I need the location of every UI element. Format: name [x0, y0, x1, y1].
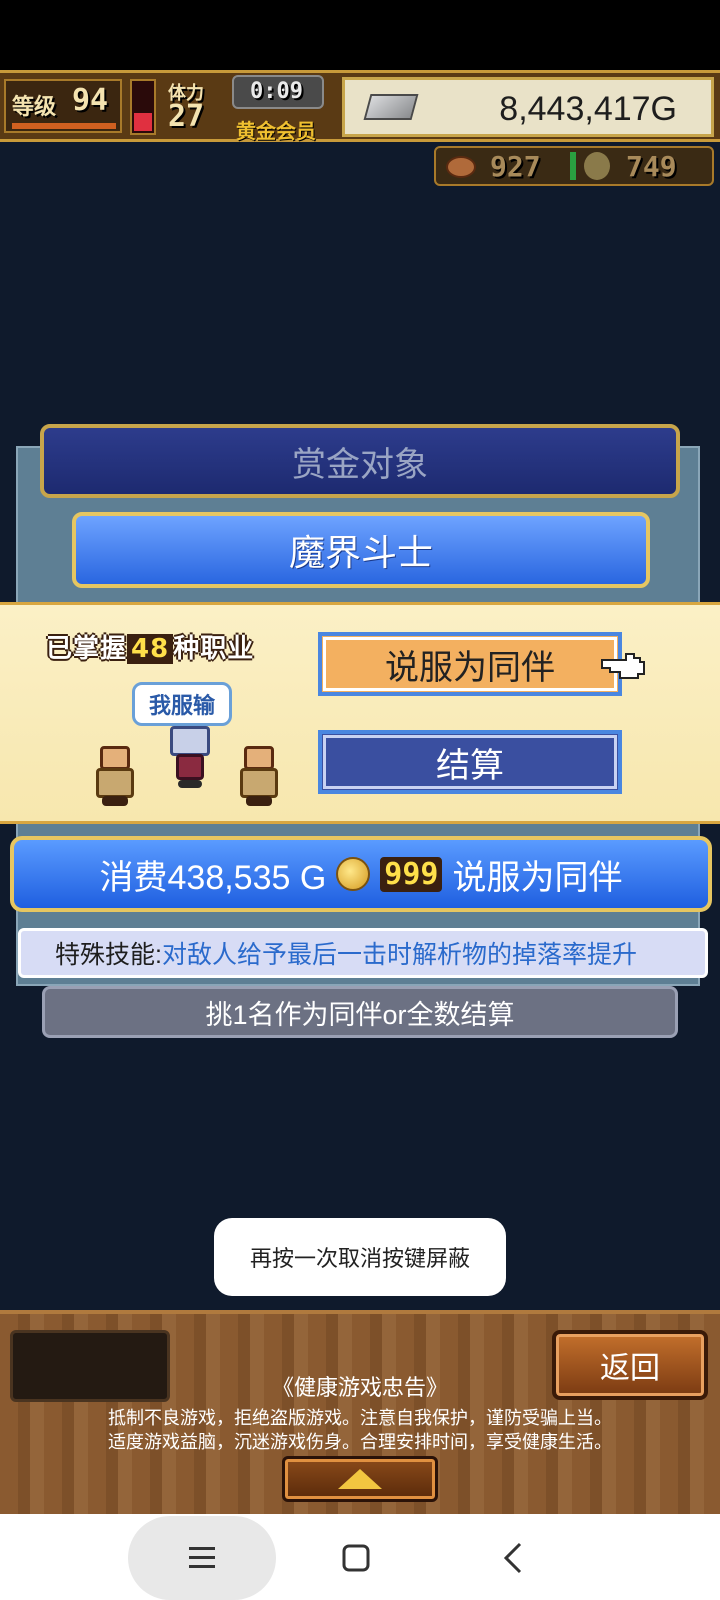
monster-name: 魔界斗士	[288, 532, 433, 573]
cost-suffix: 说服为同伴	[452, 858, 623, 897]
stamina-value: 27	[168, 99, 205, 134]
timer-box: 0:09	[232, 75, 324, 109]
meat-icon	[446, 156, 476, 178]
resource-bar: 927 749	[434, 146, 714, 186]
learned-suffix: 种职业	[173, 634, 255, 664]
health-advice-line-1: 抵制不良游戏，拒绝盗版游戏。注意自我保护，谨防受骗上当。	[108, 1408, 612, 1428]
nav-back-button[interactable]	[500, 1540, 528, 1576]
bounty-header: 赏金对象	[40, 424, 680, 498]
status-bar	[0, 0, 720, 70]
learned-count: 48	[127, 634, 174, 664]
health-advice-title: 《健康游戏忠告》	[271, 1375, 448, 1400]
timer: 0:09	[250, 79, 303, 104]
nav-menu-button[interactable]	[128, 1516, 276, 1600]
settle-button[interactable]: 结算	[318, 730, 622, 794]
stamina-gauge	[130, 79, 156, 135]
menu-icon	[189, 1547, 215, 1568]
cost-prefix: 消费438,535 G	[99, 858, 327, 897]
speech-bubble: 我服输	[132, 682, 232, 726]
membership-label: 黄金会员	[236, 119, 316, 143]
nav-home-button[interactable]	[340, 1542, 372, 1574]
ally-sprite-right	[232, 746, 288, 808]
silver-bar-icon	[363, 94, 419, 120]
expand-button[interactable]	[282, 1456, 438, 1502]
resource-2-value: 749	[626, 150, 677, 183]
level-label: 等级	[12, 95, 57, 120]
gold-panel: 8,443,417G	[342, 77, 714, 137]
coin-icon	[584, 152, 610, 180]
cost-banner[interactable]: 消费438,535 G 999 说服为同伴	[10, 836, 712, 912]
resource-divider	[570, 152, 576, 180]
level-value: 94	[72, 83, 109, 118]
up-arrow-icon	[338, 1469, 382, 1489]
back-icon	[503, 1542, 522, 1574]
resource-1-value: 927	[490, 150, 541, 183]
health-advice-line-2: 适度游戏益脑，沉迷游戏伤身。合理安排时间，享受健康生活。	[108, 1432, 612, 1452]
home-icon	[342, 1544, 370, 1572]
skill-description: 对敌人给予最后一击时解析物的掉落率提升	[161, 941, 637, 969]
hand-pointer-icon	[601, 653, 645, 679]
hud-bar: 等级 94 体力 27 0:09 黄金会员 8,443,417G	[0, 70, 720, 143]
gold-value: 8,443,417G	[499, 90, 677, 128]
ally-sprite-left	[88, 746, 144, 808]
monster-banner: 魔界斗士	[72, 512, 650, 588]
coin-icon	[336, 857, 371, 891]
bounty-title: 赏金对象	[292, 445, 428, 484]
special-skill-bar: 特殊技能: 对敌人给予最后一击时解析物的掉落率提升	[18, 928, 708, 978]
skill-label: 特殊技能:	[55, 941, 162, 969]
toast-message: 再按一次取消按键屏蔽	[214, 1218, 506, 1296]
level-box: 等级 94	[4, 79, 122, 133]
learned-jobs-label: 已掌握 48 种职业	[46, 628, 254, 665]
instruction-bar: 挑1名作为同伴or全数结算	[42, 986, 678, 1038]
learned-prefix: 已掌握	[46, 634, 128, 664]
coin-count: 999	[380, 856, 443, 892]
stamina-fill	[134, 113, 152, 131]
monster-sprite	[164, 726, 216, 790]
exp-bar	[12, 123, 116, 129]
persuade-button[interactable]: 说服为同伴	[318, 632, 622, 696]
